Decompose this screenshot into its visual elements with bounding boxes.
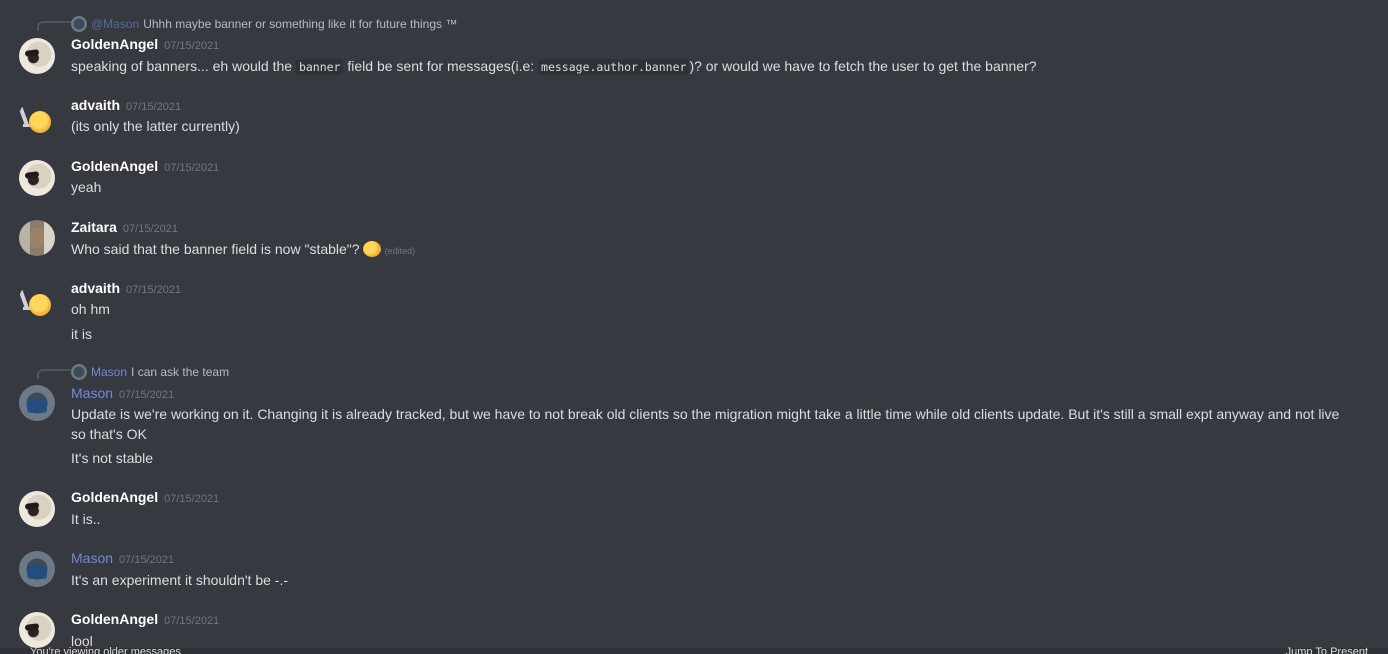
inline-code: banner (295, 59, 344, 75)
reply-mention[interactable]: @Mason (91, 17, 139, 31)
timestamp: 07/15/2021 (164, 615, 220, 627)
avatar[interactable] (19, 38, 55, 74)
timestamp: 07/15/2021 (119, 554, 175, 566)
message-header: advaith 07/15/2021 (71, 280, 181, 298)
message-content: speaking of banners... eh would the bann… (71, 56, 1037, 77)
jump-to-present-button[interactable]: Jump To Present (1286, 646, 1368, 654)
message-header: GoldenAngel 07/15/2021 (71, 611, 219, 629)
message-text: (its only the latter currently) (71, 118, 240, 134)
reply-text: Uhhh maybe banner or something like it f… (143, 17, 458, 31)
thinking-emoji-icon (29, 294, 51, 316)
message-header: GoldenAngel 07/15/2021 (71, 489, 219, 507)
message-header: Mason 07/15/2021 (71, 385, 174, 403)
reply-mention[interactable]: Mason (91, 365, 127, 379)
inline-code: message.author.banner (538, 59, 690, 75)
author-name[interactable]: advaith (71, 280, 120, 296)
timestamp: 07/15/2021 (164, 40, 220, 52)
reply-avatar (71, 364, 87, 380)
message-text: field be sent for messages(i.e: (343, 58, 539, 74)
message-header: GoldenAngel 07/15/2021 (71, 36, 219, 54)
custom-emoji-icon[interactable] (362, 241, 381, 257)
reply-avatar (71, 16, 87, 32)
author-name[interactable]: GoldenAngel (71, 36, 158, 52)
author-name[interactable]: GoldenAngel (71, 489, 158, 505)
avatar[interactable] (19, 612, 55, 648)
avatar[interactable] (19, 282, 55, 318)
chat-messages-pane: @Mason Uhhh maybe banner or something lik… (0, 0, 1388, 654)
author-name[interactable]: Mason (71, 550, 113, 566)
message-header: Zaitara 07/15/2021 (71, 219, 178, 237)
message-text: it is (71, 326, 92, 342)
avatar[interactable] (19, 385, 55, 421)
message-text: )? or would we have to fetch the user to… (689, 58, 1037, 74)
edited-marker: (edited) (384, 246, 416, 256)
timestamp: 07/15/2021 (126, 284, 182, 296)
author-name[interactable]: Zaitara (71, 219, 117, 235)
timestamp: 07/15/2021 (164, 493, 220, 505)
thinking-emoji-icon (29, 111, 51, 133)
reply-spine (37, 369, 71, 379)
message-header: advaith 07/15/2021 (71, 97, 181, 115)
message-text: speaking of banners... eh would the (71, 58, 296, 74)
avatar[interactable] (19, 220, 55, 256)
author-name[interactable]: GoldenAngel (71, 611, 158, 627)
avatar[interactable] (19, 491, 55, 527)
message-header: GoldenAngel 07/15/2021 (71, 158, 219, 176)
message-header: Mason 07/15/2021 (71, 550, 174, 568)
message-content: Who said that the banner field is now "s… (71, 239, 415, 261)
message-text: It is.. (71, 511, 101, 527)
message-text: It's an experiment it shouldn't be -.- (71, 572, 289, 588)
timestamp: 07/15/2021 (122, 223, 178, 235)
message-text: oh hm (71, 301, 110, 317)
message-text: Update is we're working on it. Changing … (71, 406, 1340, 442)
avatar[interactable] (19, 160, 55, 196)
avatar[interactable] (19, 99, 55, 135)
message-text: It's not stable (71, 450, 154, 466)
message-text: Who said that the banner field is now "s… (71, 241, 360, 257)
reply-text: I can ask the team (131, 365, 230, 379)
older-messages-bar[interactable]: You're viewing older messages Jump To Pr… (0, 646, 1388, 654)
reply-spine (37, 21, 71, 31)
avatar[interactable] (19, 551, 55, 587)
reply-preview[interactable]: @Mason Uhhh maybe banner or something lik… (71, 16, 457, 32)
message-text: yeah (71, 179, 102, 195)
author-name[interactable]: advaith (71, 97, 120, 113)
author-name[interactable]: GoldenAngel (71, 158, 158, 174)
author-name[interactable]: Mason (71, 385, 113, 401)
older-messages-label: You're viewing older messages (30, 646, 181, 654)
timestamp: 07/15/2021 (164, 162, 220, 174)
reply-preview[interactable]: Mason I can ask the team (71, 364, 229, 380)
timestamp: 07/15/2021 (126, 101, 182, 113)
timestamp: 07/15/2021 (119, 389, 175, 401)
